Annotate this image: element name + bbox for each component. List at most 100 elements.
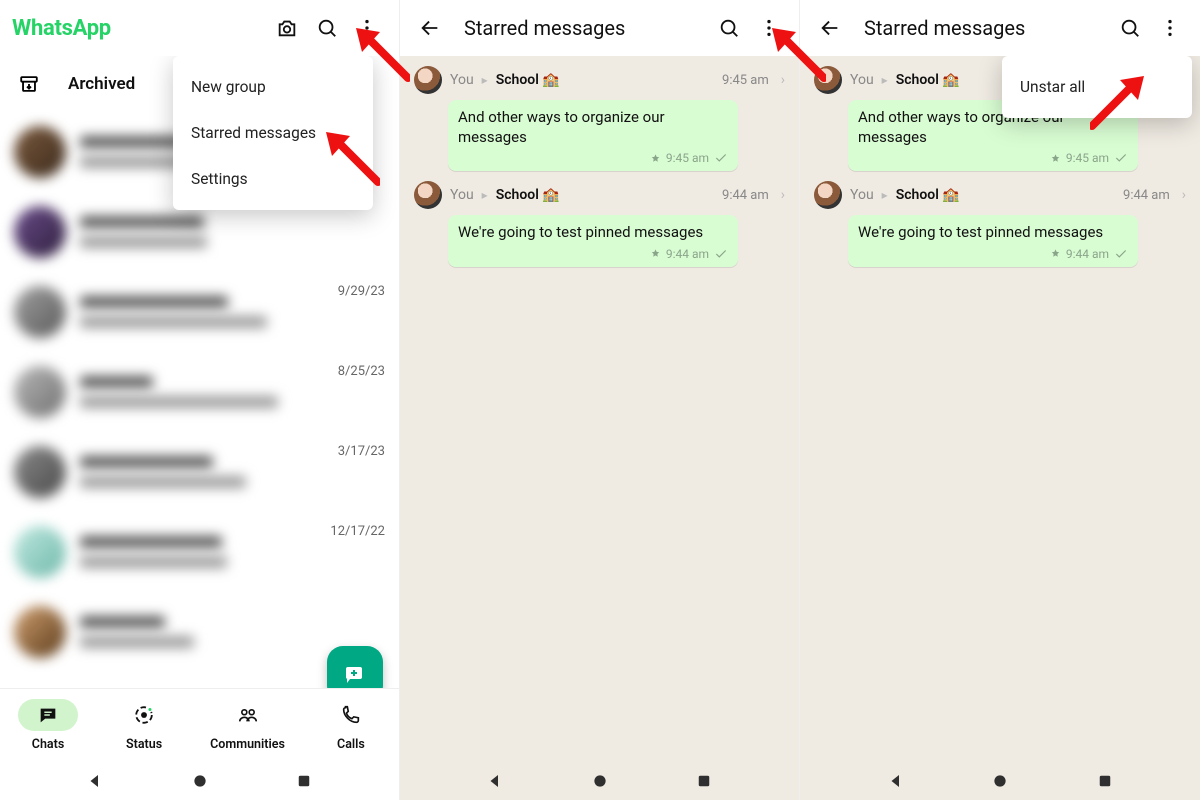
check-icon [1114,151,1128,165]
archive-icon [18,73,40,95]
avatar [414,66,442,94]
sender-you: You [850,72,874,88]
search-icon[interactable] [1110,8,1150,48]
chat-preview [80,456,330,488]
avatar [14,366,66,418]
chat-time: 9/29/23 [338,284,385,299]
tab-status-label: Status [126,737,162,752]
chevron-right-icon: › [781,187,785,203]
menu-new-group[interactable]: New group [173,64,373,110]
starred-message[interactable]: You▸School 🏫9:45 am›And other ways to or… [400,66,799,171]
starred-message[interactable]: You ▸ School 🏫 9:44 am › We're going to test … [800,181,1200,267]
check-icon [1114,247,1128,261]
message-bubble: We're going to test pinned messages9:44 … [848,215,1138,267]
chat-preview [80,296,330,328]
group-name: School 🏫 [896,187,960,203]
nav-recent-icon[interactable] [295,772,313,790]
archived-label: Archived [68,74,135,94]
calls-icon [340,704,362,726]
chat-time: 8/25/23 [338,364,385,379]
chevron-right-icon: › [1182,187,1186,203]
search-icon[interactable] [307,8,347,48]
message-time: 9:45 am [666,151,709,165]
star-icon [650,248,661,259]
tab-communities[interactable]: Communities [210,699,285,752]
pane-starred-unstar: Starred messages You▸School 🏫9:45 am›And… [800,0,1200,800]
chats-icon [37,704,59,726]
group-name: School 🏫 [496,187,560,203]
message-meta: 9:44 am [458,247,728,261]
camera-icon[interactable] [267,8,307,48]
tab-chats-label: Chats [32,737,65,752]
nav-recent-icon[interactable] [695,772,713,790]
chat-time: 12/17/22 [330,524,385,539]
chat-row[interactable]: 9/29/23 [0,272,399,352]
message-time: 9:45 am [1066,151,1109,165]
pane-chat-list: WhatsApp Archived 9/29/23 8/25/23 3/17/23 1… [0,0,400,800]
header-time: 9:44 am [722,188,769,203]
page-title: Starred messages [464,16,625,40]
chevron-right-icon: ▸ [882,73,888,87]
pane-starred-list: Starred messages You▸School 🏫9:45 am›And… [400,0,800,800]
bottom-tabs: Chats Status Communities Calls [0,688,399,762]
message-text: We're going to test pinned messages [458,223,728,243]
nav-back-icon[interactable] [887,772,905,790]
chevron-right-icon: ▸ [482,188,488,202]
chevron-right-icon: ▸ [882,188,888,202]
nav-home-icon[interactable] [591,772,609,790]
nav-home-icon[interactable] [191,772,209,790]
overflow-menu: Unstar all [1002,56,1192,118]
menu-unstar-all[interactable]: Unstar all [1002,64,1192,110]
android-nav [400,762,799,800]
tab-chats[interactable]: Chats [18,699,78,752]
chat-row[interactable]: 12/17/22 [0,512,399,592]
chat-preview [80,536,322,568]
message-header: You ▸ School 🏫 9:44 am › [814,181,1186,209]
avatar [14,206,66,258]
chat-row[interactable]: 8/25/23 [0,352,399,432]
more-icon[interactable] [347,8,387,48]
sender-you: You [850,187,874,203]
avatar [14,606,66,658]
check-icon [714,247,728,261]
avatar [14,526,66,578]
nav-recent-icon[interactable] [1096,772,1114,790]
nav-back-icon[interactable] [86,772,104,790]
android-nav [800,762,1200,800]
message-meta: 9:45 am [858,151,1128,165]
chat-preview [80,216,377,248]
chat-row[interactable]: 3/17/23 [0,432,399,512]
tab-calls[interactable]: Calls [321,699,381,752]
back-icon[interactable] [810,8,850,48]
star-icon [1050,153,1061,164]
message-header: You▸School 🏫9:45 am› [414,66,785,94]
menu-starred-messages[interactable]: Starred messages [173,110,373,156]
new-chat-icon [343,662,367,686]
status-icon [133,704,155,726]
sender-you: You [450,72,474,88]
header-time: 9:45 am [722,73,769,88]
chat-preview [80,616,377,648]
header-time: 9:44 am [1123,188,1170,203]
star-icon [650,153,661,164]
chevron-right-icon: ▸ [482,73,488,87]
starred-body: You▸School 🏫9:45 am›And other ways to or… [800,56,1200,800]
tab-status[interactable]: Status [114,699,174,752]
android-nav [0,762,399,800]
nav-home-icon[interactable] [991,772,1009,790]
back-icon[interactable] [410,8,450,48]
more-icon[interactable] [749,8,789,48]
message-time: 9:44 am [1066,247,1109,261]
avatar [814,66,842,94]
nav-back-icon[interactable] [486,772,504,790]
search-icon[interactable] [709,8,749,48]
menu-settings[interactable]: Settings [173,156,373,202]
avatar [414,181,442,209]
sender-you: You [450,187,474,203]
page-title: Starred messages [864,16,1025,40]
whatsapp-header: WhatsApp [0,0,399,56]
avatar [14,286,66,338]
starred-message[interactable]: You ▸ School 🏫 9:44 am › We're going to test … [400,181,799,267]
avatar [14,126,66,178]
more-icon[interactable] [1150,8,1190,48]
